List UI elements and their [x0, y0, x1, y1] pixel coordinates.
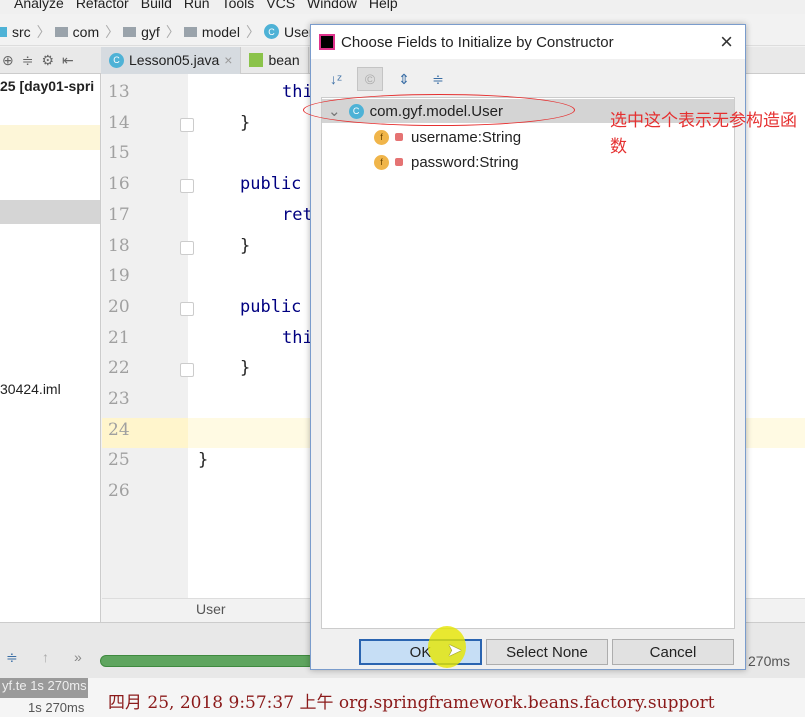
lock-icon	[395, 133, 403, 141]
console: yf.te 1s 270ms 1s 270ms 四月 25, 2018 9:57…	[0, 678, 805, 717]
intellij-logo-icon	[319, 34, 335, 50]
select-none-button[interactable]: Select None	[486, 639, 608, 665]
code-line: public	[240, 174, 302, 195]
menu-analyze[interactable]: Analyze	[14, 0, 64, 11]
menu-refactor[interactable]: Refactor	[76, 0, 129, 11]
breadcrumb-com[interactable]: com	[54, 24, 99, 40]
line-number: 13	[108, 82, 130, 102]
breadcrumb-src[interactable]: src	[0, 24, 31, 40]
up-arrow-icon[interactable]: ↑	[42, 649, 49, 665]
menu-tools[interactable]: Tools	[222, 0, 255, 11]
elapsed-time: 270ms	[748, 653, 791, 669]
code-line: ret	[282, 204, 313, 225]
xml-file-icon	[249, 53, 264, 67]
sort-alpha-icon[interactable]: ↓ᶻ	[323, 67, 349, 91]
line-number: 21	[108, 327, 130, 348]
breadcrumb-class[interactable]: User	[196, 601, 226, 617]
line-number: 22	[108, 358, 130, 379]
code-line: public	[240, 296, 302, 317]
gear-icon[interactable]: ⚙	[41, 52, 54, 69]
more-icon[interactable]: »	[74, 649, 82, 665]
mouse-cursor-icon: ➤	[447, 640, 463, 660]
line-number: 19	[108, 266, 130, 287]
fold-marker-icon[interactable]	[180, 363, 194, 378]
show-classes-icon[interactable]: ©	[357, 67, 383, 91]
code-line: }	[240, 112, 251, 133]
tab-lesson05[interactable]: C Lesson05.java ×	[101, 46, 242, 74]
cancel-button[interactable]: Cancel	[612, 639, 734, 665]
code-line: }	[240, 358, 251, 379]
class-icon: C	[109, 52, 124, 68]
expand-icon[interactable]: ≑	[6, 649, 18, 666]
lock-icon	[395, 158, 403, 166]
menu-help[interactable]: Help	[369, 0, 398, 11]
menu-run[interactable]: Run	[184, 0, 210, 11]
console-line: 四月 25, 2018 9:57:37 上午 org.springframewo…	[108, 693, 715, 713]
hide-icon[interactable]: ⇤	[62, 52, 74, 69]
tree-row-selected[interactable]	[0, 200, 100, 224]
code-line: thi	[282, 82, 313, 102]
close-icon[interactable]: ×	[720, 29, 733, 55]
breadcrumb-user[interactable]: C User	[263, 24, 314, 40]
locate-icon[interactable]: ⊕	[2, 52, 14, 69]
breadcrumb-model[interactable]: model	[183, 24, 240, 40]
dialog-title-bar: Choose Fields to Initialize by Construct…	[311, 25, 745, 59]
project-toolbar: ⊕ ≑ ⚙ ⇤	[0, 52, 101, 69]
dialog-title: Choose Fields to Initialize by Construct…	[341, 33, 614, 51]
line-number: 25	[108, 450, 130, 471]
fold-marker-icon[interactable]	[180, 301, 194, 316]
breadcrumb-gyf[interactable]: gyf	[123, 24, 160, 40]
dialog-toolbar: ↓ᶻ © ⇕ ≑	[323, 67, 451, 91]
menu-vcs[interactable]: VCS	[266, 0, 295, 11]
line-number: 26	[108, 481, 130, 502]
folder-icon	[123, 26, 137, 37]
test-progress-bar	[100, 655, 315, 667]
line-number: 17	[108, 204, 130, 225]
tree-row-highlight	[0, 125, 100, 150]
code-line: }	[198, 450, 209, 471]
menu-build[interactable]: Build	[141, 0, 172, 11]
folder-icon	[183, 26, 197, 37]
line-number: 14	[108, 112, 130, 133]
project-panel: 25 [day01-spri 30424.iml	[0, 74, 101, 640]
fold-marker-icon[interactable]	[180, 240, 194, 255]
class-icon: C	[263, 24, 279, 39]
expand-all-icon[interactable]: ⇕	[391, 67, 417, 91]
field-icon: f	[374, 154, 389, 170]
menu-window[interactable]: Window	[307, 0, 357, 11]
menu-bar: Analyze Refactor Build Run Tools VCS Window Hel…	[0, 0, 805, 14]
fields-tree: ⌄ C com.gyf.model.User f username:String …	[321, 97, 735, 629]
collapse-all-icon[interactable]: ≑	[425, 67, 451, 91]
folder-icon	[54, 26, 68, 37]
line-number: 20	[108, 296, 130, 317]
iml-file[interactable]: 30424.iml	[0, 381, 61, 397]
fold-marker-icon[interactable]	[180, 179, 194, 194]
test-time: 1s 270ms	[28, 700, 85, 715]
line-number: 15	[108, 143, 130, 164]
line-number: 18	[108, 235, 130, 256]
close-tab-icon[interactable]: ×	[224, 52, 232, 68]
fold-marker-icon[interactable]	[180, 117, 194, 132]
line-number: 24	[108, 419, 130, 440]
code-line: }	[240, 235, 251, 256]
line-number: 23	[108, 389, 130, 409]
folder-icon	[0, 26, 7, 37]
tab-bean[interactable]: bean	[241, 46, 309, 74]
line-number: 16	[108, 174, 130, 195]
annotation-text: 选中这个表示无参构造函数	[610, 111, 797, 156]
code-line: thi	[282, 327, 313, 348]
collapse-icon[interactable]: ≑	[22, 52, 34, 69]
annotation-ellipse	[303, 94, 575, 126]
test-item[interactable]: yf.te 1s 270ms	[0, 678, 88, 698]
project-root[interactable]: 25 [day01-spri	[0, 78, 94, 94]
field-icon: f	[374, 129, 389, 145]
